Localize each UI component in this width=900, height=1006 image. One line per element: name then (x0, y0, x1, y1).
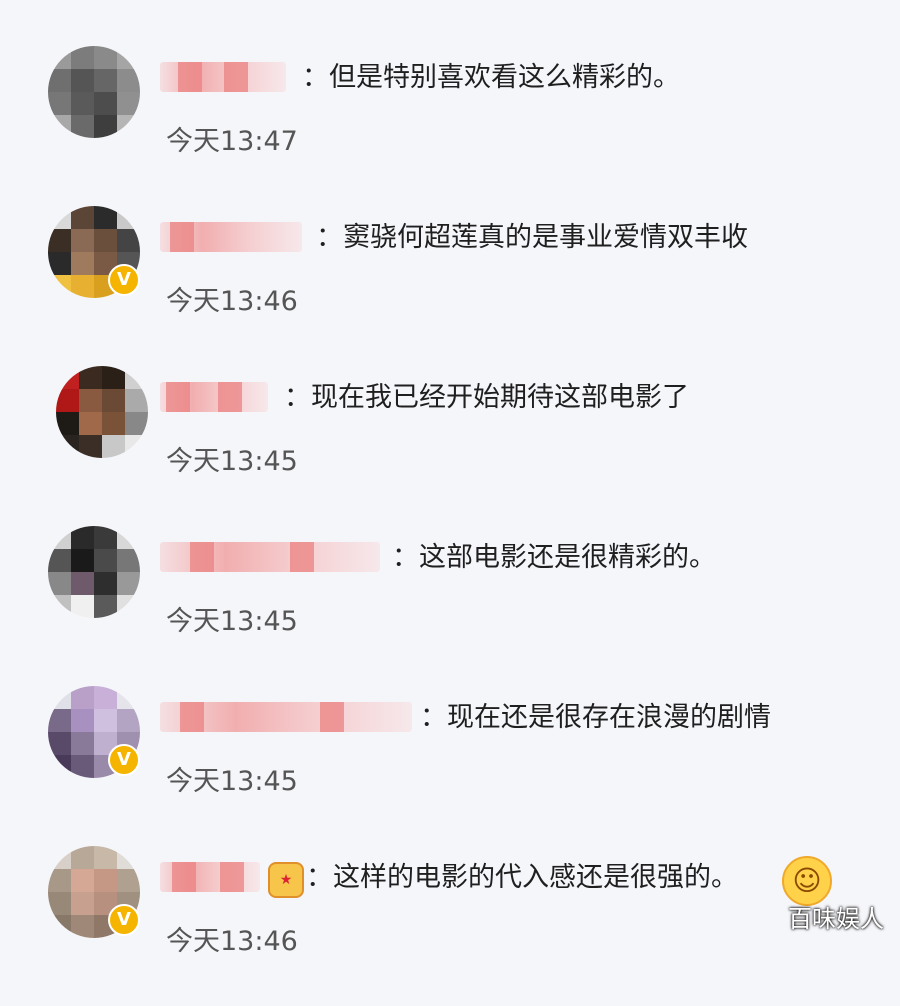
comment-timestamp: 今天13:46 (166, 286, 298, 317)
avatar[interactable] (56, 366, 148, 458)
fan-badge-icon: ★ (268, 862, 304, 898)
comment-item: V ：现在还是很存在浪漫的剧情 今天13:45 (0, 686, 900, 846)
username-blurred[interactable] (160, 862, 260, 892)
username-blurred[interactable] (160, 222, 302, 252)
verified-icon: V (108, 264, 140, 296)
comment-text: ：这样的电影的代入感还是很强的。 (306, 862, 738, 893)
comment-timestamp: 今天13:45 (166, 766, 298, 797)
comment-timestamp: 今天13:47 (166, 126, 298, 157)
username-blurred[interactable] (160, 702, 412, 732)
comment-list: ：但是特别喜欢看这么精彩的。 今天13:47 V ：窦骁何超莲真的是事业爱情双丰… (0, 0, 900, 957)
comment-text: ：现在我已经开始期待这部电影了 (284, 382, 689, 413)
comment-item: ：但是特别喜欢看这么精彩的。 今天13:47 (0, 46, 900, 206)
username-blurred[interactable] (160, 542, 380, 572)
comment-timestamp: 今天13:46 (166, 926, 298, 957)
verified-icon: V (108, 904, 140, 936)
verified-icon: V (108, 744, 140, 776)
username-blurred[interactable] (160, 62, 286, 92)
comment-item: ：这部电影还是很精彩的。 今天13:45 (0, 526, 900, 686)
comment-text: ：现在还是很存在浪漫的剧情 (420, 702, 771, 733)
comment-text: ：但是特别喜欢看这么精彩的。 (302, 62, 680, 93)
username-blurred[interactable] (160, 382, 268, 412)
avatar[interactable] (48, 46, 140, 138)
comment-item: V ★ ：这样的电影的代入感还是很强的。 ☺ 今天13:46 (0, 846, 900, 1006)
comment-item: V ：窦骁何超莲真的是事业爱情双丰收 今天13:46 (0, 206, 900, 366)
avatar[interactable] (48, 526, 140, 618)
comment-item: ：现在我已经开始期待这部电影了 今天13:45 (0, 366, 900, 526)
comment-text: ：这部电影还是很精彩的。 (392, 542, 716, 573)
comment-timestamp: 今天13:45 (166, 606, 298, 637)
comment-timestamp: 今天13:45 (166, 446, 298, 477)
comment-text: ：窦骁何超莲真的是事业爱情双丰收 (316, 222, 748, 253)
watermark: 百味娱人 (788, 905, 884, 933)
